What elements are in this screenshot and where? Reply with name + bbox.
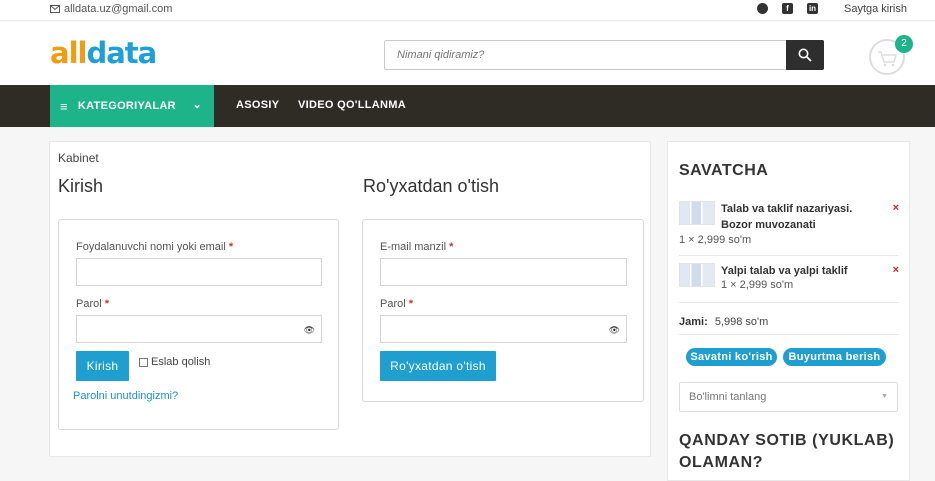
nav-link-home[interactable]: ASOSIY <box>236 99 279 111</box>
required-mark: * <box>408 298 414 310</box>
search-button[interactable] <box>786 40 824 70</box>
product-thumbnail[interactable] <box>679 263 715 287</box>
remove-item-icon[interactable]: × <box>893 264 899 276</box>
product-thumbnail[interactable] <box>679 201 715 225</box>
linkedin-icon[interactable]: in <box>807 3 818 14</box>
register-title: Ro'yxatdan o'tish <box>363 176 499 196</box>
cart-total: Jami: 5,998 so'm <box>679 316 768 328</box>
register-password-input[interactable]: 👁 <box>380 315 627 343</box>
email-input[interactable] <box>380 258 627 286</box>
password-input[interactable]: 👁 <box>76 315 322 343</box>
hamburger-icon: ≡ <box>60 98 68 114</box>
register-form: E-mail manzil * Parol * 👁 Ro'yxatdan o't… <box>362 219 644 402</box>
search-bar <box>384 40 824 70</box>
register-password-label-text: Parol <box>380 298 406 310</box>
total-value: 5,998 so'm <box>714 316 769 328</box>
categories-menu[interactable]: ≡ KATEGORIYALAR ⌄ <box>50 85 214 127</box>
cart-item-name[interactable]: Talab va taklif nazariyasi. Bozor muvoza… <box>721 201 871 233</box>
register-password-label: Parol * <box>380 298 413 310</box>
chevron-down-icon: ⌄ <box>192 99 202 111</box>
total-label: Jami: <box>679 316 708 328</box>
username-input[interactable] <box>76 258 322 286</box>
required-mark: * <box>104 298 110 310</box>
remove-item-icon[interactable]: × <box>893 202 899 214</box>
password-label: Parol * <box>76 298 109 310</box>
divider <box>679 255 898 256</box>
view-cart-button[interactable]: Savatni ko'rish <box>686 348 777 366</box>
logo-part-2: data <box>86 36 157 70</box>
email-label-text: E-mail manzil <box>380 241 447 253</box>
username-label-text: Foydalanuvchi nomi yoki email <box>76 241 226 253</box>
search-icon <box>798 48 812 62</box>
cart-item-qty: 1 × 2,999 so'm <box>721 279 794 291</box>
divider <box>679 334 898 335</box>
cart-item: Talab va taklif nazariyasi. Bozor muvoza… <box>679 201 899 251</box>
cart-item-qty: 1 × 2,999 so'm <box>679 234 752 246</box>
facebook-icon[interactable]: f <box>782 3 793 14</box>
cart-title: SAVATCHA <box>679 162 769 179</box>
required-mark: * <box>449 241 454 253</box>
header: alldata 2 <box>0 22 935 85</box>
email-text: alldata.uz@gmail.com <box>64 3 173 15</box>
site-login-link[interactable]: Saytga kirish <box>844 3 907 15</box>
nav-link-video-guide[interactable]: VIDEO QO'LLANMA <box>298 99 406 111</box>
categories-label: KATEGORIYALAR <box>77 100 176 112</box>
forgot-password-link[interactable]: Parolni unutdingizmi? <box>73 390 178 402</box>
sidebar: SAVATCHA Talab va taklif nazariyasi. Boz… <box>667 141 910 481</box>
envelope-icon <box>50 5 60 13</box>
login-form: Foydalanuvchi nomi yoki email * Parol * … <box>58 219 339 430</box>
breadcrumb: Kabinet <box>58 151 99 165</box>
register-button[interactable]: Ro'yxatdan o'tish <box>380 351 496 381</box>
required-mark: * <box>228 241 234 253</box>
section-select-value: Bo'limni tanlang <box>689 391 767 403</box>
logo[interactable]: alldata <box>50 36 157 70</box>
remember-checkbox[interactable] <box>139 357 148 367</box>
telegram-icon[interactable] <box>757 3 768 14</box>
section-select[interactable]: Bo'limni tanlang ▼ <box>679 382 898 412</box>
username-label: Foydalanuvchi nomi yoki email * <box>76 241 233 253</box>
cart-item-name[interactable]: Yalpi talab va yalpi taklif <box>721 263 871 279</box>
cart-item: Yalpi talab va yalpi taklif × 1 × 2,999 … <box>679 263 899 297</box>
remember-me[interactable]: Eslab qolish <box>139 356 210 368</box>
main-nav: ≡ KATEGORIYALAR ⌄ ASOSIY VIDEO QO'LLANMA <box>0 85 935 127</box>
login-button[interactable]: Kirish <box>76 351 129 381</box>
search-input[interactable] <box>385 41 785 69</box>
contact-email[interactable]: alldata.uz@gmail.com <box>50 3 172 15</box>
cart-count-badge: 2 <box>895 35 913 53</box>
login-title: Kirish <box>58 176 104 196</box>
faq-title: QANDAY SOTIB (YUKLAB) OLAMAN? <box>679 432 895 471</box>
cart-button[interactable]: 2 <box>869 35 913 75</box>
email-label: E-mail manzil * <box>380 241 453 253</box>
select-arrow-icon: ▼ <box>881 393 888 400</box>
eye-icon[interactable]: 👁 <box>609 325 620 336</box>
top-bar: alldata.uz@gmail.com f in Saytga kirish <box>0 0 935 21</box>
logo-part-1: all <box>50 36 87 70</box>
social-links: f in <box>757 3 818 14</box>
account-panel: Kabinet Kirish Ro'yxatdan o'tish Foydala… <box>49 141 651 457</box>
eye-icon[interactable]: 👁 <box>304 325 315 336</box>
divider <box>679 302 898 303</box>
password-label-text: Parol <box>76 298 102 310</box>
checkout-button[interactable]: Buyurtma berish <box>783 348 886 366</box>
remember-label: Eslab qolish <box>151 356 211 368</box>
